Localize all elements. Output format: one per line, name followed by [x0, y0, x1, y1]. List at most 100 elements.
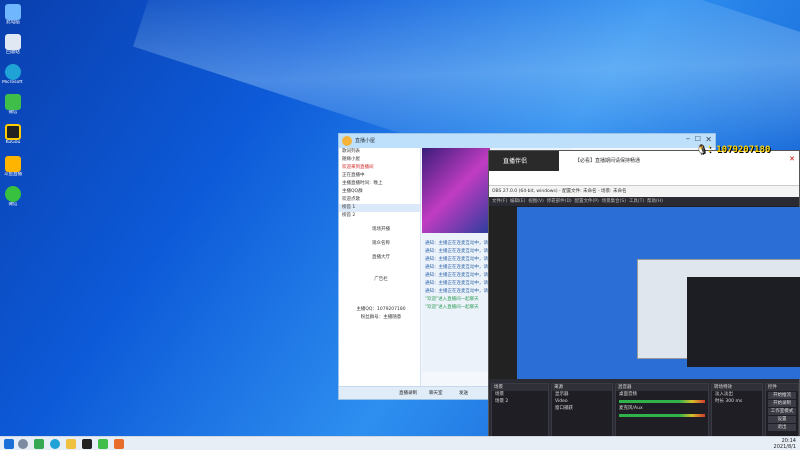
list-item[interactable]: 粉丝群号：主播随意: [339, 314, 420, 322]
menu-docks[interactable]: 停靠部件(D): [547, 199, 572, 204]
exit-button[interactable]: 退出: [768, 424, 796, 431]
list-item[interactable]: 现场开播: [339, 226, 420, 234]
source-item[interactable]: 窗口捕获: [552, 405, 612, 412]
sources-panel: 来源 显示器 Video 窗口捕获: [551, 383, 613, 436]
desktop-icon-label: 此电脑: [6, 20, 20, 25]
mixer-panel: 混音器 桌面音频 麦克风/Aux: [615, 383, 709, 436]
settings-button[interactable]: 设置: [768, 416, 796, 423]
list-item[interactable]: 正在直播中: [339, 172, 420, 180]
obs-subtitle: OBS 27.0.0 (64-bit, windows) - 配置文件: 未命名…: [489, 186, 799, 197]
start-streaming-button[interactable]: 开始推流: [768, 392, 796, 399]
obs-preview-gutter: [489, 207, 517, 379]
scene-item[interactable]: 场景 2: [492, 398, 548, 405]
maximize-icon[interactable]: ☐: [695, 135, 701, 143]
close-icon[interactable]: ✕: [789, 155, 795, 163]
desktop-icon-kugou[interactable]: KuGou: [2, 124, 24, 145]
chat-song-list: 歌词列表 随缘小屋 欢迎来到直播间 正在直播中 主播直播时间：晚上 主播QQ群 …: [339, 148, 421, 388]
chat-title-bar[interactable]: 直播小屋 ✕ ☐ –: [339, 134, 715, 148]
source-item[interactable]: Video: [552, 398, 612, 405]
list-item[interactable]: 主播QQ群: [339, 188, 420, 196]
chatroom-button[interactable]: 聊天室: [429, 390, 443, 396]
douyu-icon: [5, 156, 21, 172]
source-item[interactable]: 显示器: [552, 391, 612, 398]
computer-icon: [5, 4, 21, 20]
desktop-icon-recycle-bin[interactable]: 回收站: [2, 34, 24, 55]
wechat-taskbar-icon[interactable]: [98, 439, 108, 449]
avatar: [342, 136, 352, 146]
menu-edit[interactable]: 编辑(E): [510, 199, 525, 204]
transitions-panel: 转场特效 淡入淡出 时长 300 ms: [711, 383, 763, 436]
menu-profile[interactable]: 配置文件(P): [575, 199, 599, 204]
edge-icon[interactable]: [50, 439, 60, 449]
obs-notice: 【必看】直播期间请保持畅通: [575, 158, 641, 164]
studio-mode-button[interactable]: 工作室模式: [768, 408, 796, 415]
record-button[interactable]: 直播录制: [399, 390, 417, 396]
list-item[interactable]: 主播QQ：1079207180: [339, 306, 420, 314]
panel-title: 场景: [492, 384, 548, 391]
start-recording-button[interactable]: 开始录制: [768, 400, 796, 407]
list-item[interactable]: 观众名称: [339, 240, 420, 248]
kugou-icon: [5, 124, 21, 140]
mixer-channel-label: 桌面音频: [619, 392, 637, 397]
taskbar-clock[interactable]: 20:14 2021/8/1: [774, 438, 796, 450]
nested-obs-preview: [687, 277, 800, 367]
search-icon[interactable]: [18, 439, 28, 449]
list-item[interactable]: 广告栏: [339, 276, 420, 284]
list-item[interactable]: 榜首 2: [339, 212, 420, 220]
desktop-icon-label: 微信: [8, 110, 18, 115]
panel-title: 来源: [552, 384, 612, 391]
controls-panel: 控件 开始推流 开始录制 工作室模式 设置 退出: [765, 383, 799, 436]
list-item[interactable]: 主播直播时间：晚上: [339, 180, 420, 188]
recycle-bin-icon: [5, 34, 21, 50]
mixer-channel-label: 麦克风/Aux: [619, 406, 643, 411]
task-view-icon[interactable]: [34, 439, 44, 449]
list-item[interactable]: 榜首 1: [339, 204, 420, 212]
list-item[interactable]: 欢迎来到直播间: [339, 164, 420, 172]
panel-title: 混音器: [616, 384, 708, 391]
desktop-icon-wechat-2[interactable]: 微信: [2, 186, 24, 207]
list-item[interactable]: 歌词列表: [339, 148, 420, 156]
start-icon[interactable]: [4, 439, 14, 449]
desktop-icon-label: 回收站: [6, 50, 20, 55]
list-item[interactable]: 直播大厅: [339, 254, 420, 262]
obs-menu-bar: 文件(F) 编辑(E) 视图(V) 停靠部件(D) 配置文件(P) 场景集合(S…: [489, 197, 799, 206]
volume-meter[interactable]: [619, 414, 705, 417]
obs-preview-canvas[interactable]: [517, 207, 800, 379]
desktop-icon-label: Microsoft Edge: [2, 80, 24, 85]
menu-help[interactable]: 帮助(H): [647, 199, 663, 204]
wechat-icon: [5, 94, 21, 110]
obs-window[interactable]: 直播伴侣 【必看】直播期间请保持畅通 ✕ OBS 27.0.0 (64-bit,…: [488, 150, 800, 436]
menu-view[interactable]: 视图(V): [528, 199, 544, 204]
desktop-icon-wechat[interactable]: 微信: [2, 94, 24, 115]
menu-file[interactable]: 文件(F): [492, 199, 507, 204]
minimize-icon[interactable]: –: [686, 134, 690, 143]
volume-meter[interactable]: [619, 400, 705, 403]
file-explorer-icon[interactable]: [66, 439, 76, 449]
panel-title: 控件: [766, 384, 798, 391]
list-item[interactable]: 欢迎点歌: [339, 196, 420, 204]
desktop-icon-label: 微信: [8, 202, 18, 207]
scenes-panel: 场景 场景 场景 2: [491, 383, 549, 436]
obs-dock-panels: 场景 场景 场景 2 来源 显示器 Video 窗口捕获 混音器 桌面音频 麦克…: [489, 379, 799, 436]
desktop-icon-this-pc[interactable]: 此电脑: [2, 4, 24, 25]
transition-duration[interactable]: 时长 300 ms: [712, 398, 762, 405]
scene-item[interactable]: 场景: [492, 391, 548, 398]
obs-taskbar-icon[interactable]: [82, 439, 92, 449]
qq-watermark: 🐧：1079207180: [696, 145, 771, 155]
edge-icon: [5, 64, 21, 80]
app-taskbar-icon[interactable]: [114, 439, 124, 449]
live-companion-logo: 直播伴侣: [489, 151, 559, 171]
taskbar: 20:14 2021/8/1: [0, 436, 800, 450]
list-item[interactable]: 随缘小屋: [339, 156, 420, 164]
desktop-icon-label: 斗鱼直播: [4, 172, 22, 177]
menu-scene-collection[interactable]: 场景集合(S): [602, 199, 626, 204]
desktop-icon-edge[interactable]: Microsoft Edge: [2, 64, 24, 85]
menu-tools[interactable]: 工具(T): [629, 199, 644, 204]
transition-select[interactable]: 淡入淡出: [712, 391, 762, 398]
chat-title: 直播小屋: [355, 138, 376, 144]
clock-date: 2021/8/1: [773, 444, 796, 450]
wechat-icon: [5, 186, 21, 202]
send-button[interactable]: 发送: [459, 390, 468, 396]
desktop-icon-douyu[interactable]: 斗鱼直播: [2, 156, 24, 177]
desktop-icon-label: KuGou: [5, 140, 21, 145]
